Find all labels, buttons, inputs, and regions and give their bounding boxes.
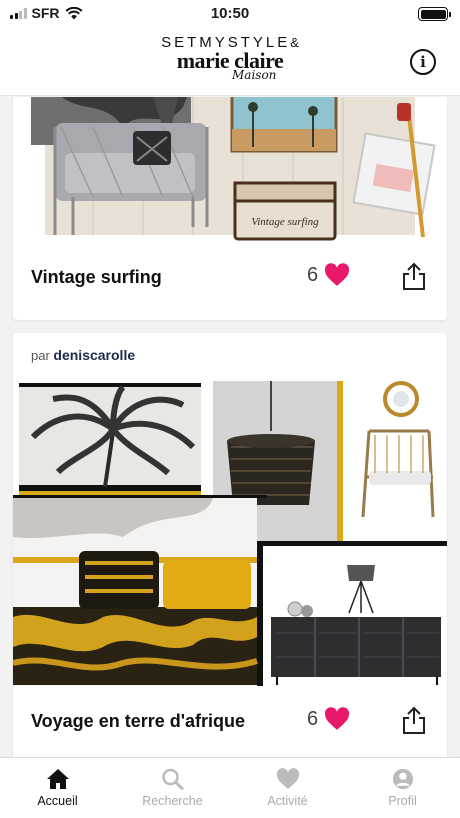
status-bar: SFR 10:50: [0, 0, 460, 28]
tab-profil[interactable]: Profil: [345, 758, 460, 818]
author-prefix: par: [31, 348, 50, 363]
brand-logo: SETMYSTYLE& marie claire: [0, 34, 460, 73]
info-button[interactable]: i: [410, 49, 436, 75]
author-link[interactable]: deniscarolle: [53, 347, 135, 363]
search-icon: [161, 768, 183, 790]
moodboard-card[interactable]: Vintage surfing Vintage surfing 6: [13, 97, 447, 320]
trunk-label: Vintage surfing: [251, 216, 319, 228]
heart-icon[interactable]: [324, 263, 350, 287]
tab-label: Activité: [267, 794, 308, 808]
moodboard-image[interactable]: Vintage surfing: [13, 97, 447, 250]
share-icon[interactable]: [401, 705, 427, 735]
moodboard-feed[interactable]: Vintage surfing Vintage surfing 6 par de…: [0, 97, 460, 757]
home-icon: [46, 769, 69, 789]
info-icon: i: [420, 53, 426, 71]
author-line: par deniscarolle: [31, 347, 135, 363]
tab-accueil[interactable]: Accueil: [0, 758, 115, 818]
profile-icon: [392, 768, 413, 790]
like-count: 6: [307, 707, 319, 730]
like-count: 6: [307, 263, 319, 286]
share-icon[interactable]: [401, 261, 427, 291]
tab-activite[interactable]: Activité: [230, 758, 345, 818]
tab-label: Recherche: [142, 794, 203, 808]
brand-ampersand: &: [290, 35, 299, 50]
like-counter[interactable]: 6: [307, 263, 350, 287]
tab-bar: Accueil Recherche Activité Profil: [0, 757, 460, 818]
heart-icon: [276, 768, 299, 789]
brand-maison: Maison: [232, 68, 277, 82]
brand-marie-claire: marie claire: [176, 48, 284, 73]
heart-icon[interactable]: [324, 707, 350, 731]
tab-label: Accueil: [37, 794, 78, 808]
tab-recherche[interactable]: Recherche: [115, 758, 230, 818]
moodboard-image[interactable]: [13, 377, 447, 687]
app-header: SETMYSTYLE& marie claire Maison i: [0, 28, 460, 96]
card-title[interactable]: Vintage surfing: [31, 267, 162, 288]
card-title[interactable]: Voyage en terre d'afrique: [31, 711, 245, 732]
like-counter[interactable]: 6: [307, 707, 350, 731]
tab-label: Profil: [388, 794, 417, 808]
clock: 10:50: [210, 5, 250, 22]
moodboard-card[interactable]: par deniscarolle Voyage en terre d'afriq…: [13, 333, 447, 757]
battery-icon: [418, 7, 451, 21]
